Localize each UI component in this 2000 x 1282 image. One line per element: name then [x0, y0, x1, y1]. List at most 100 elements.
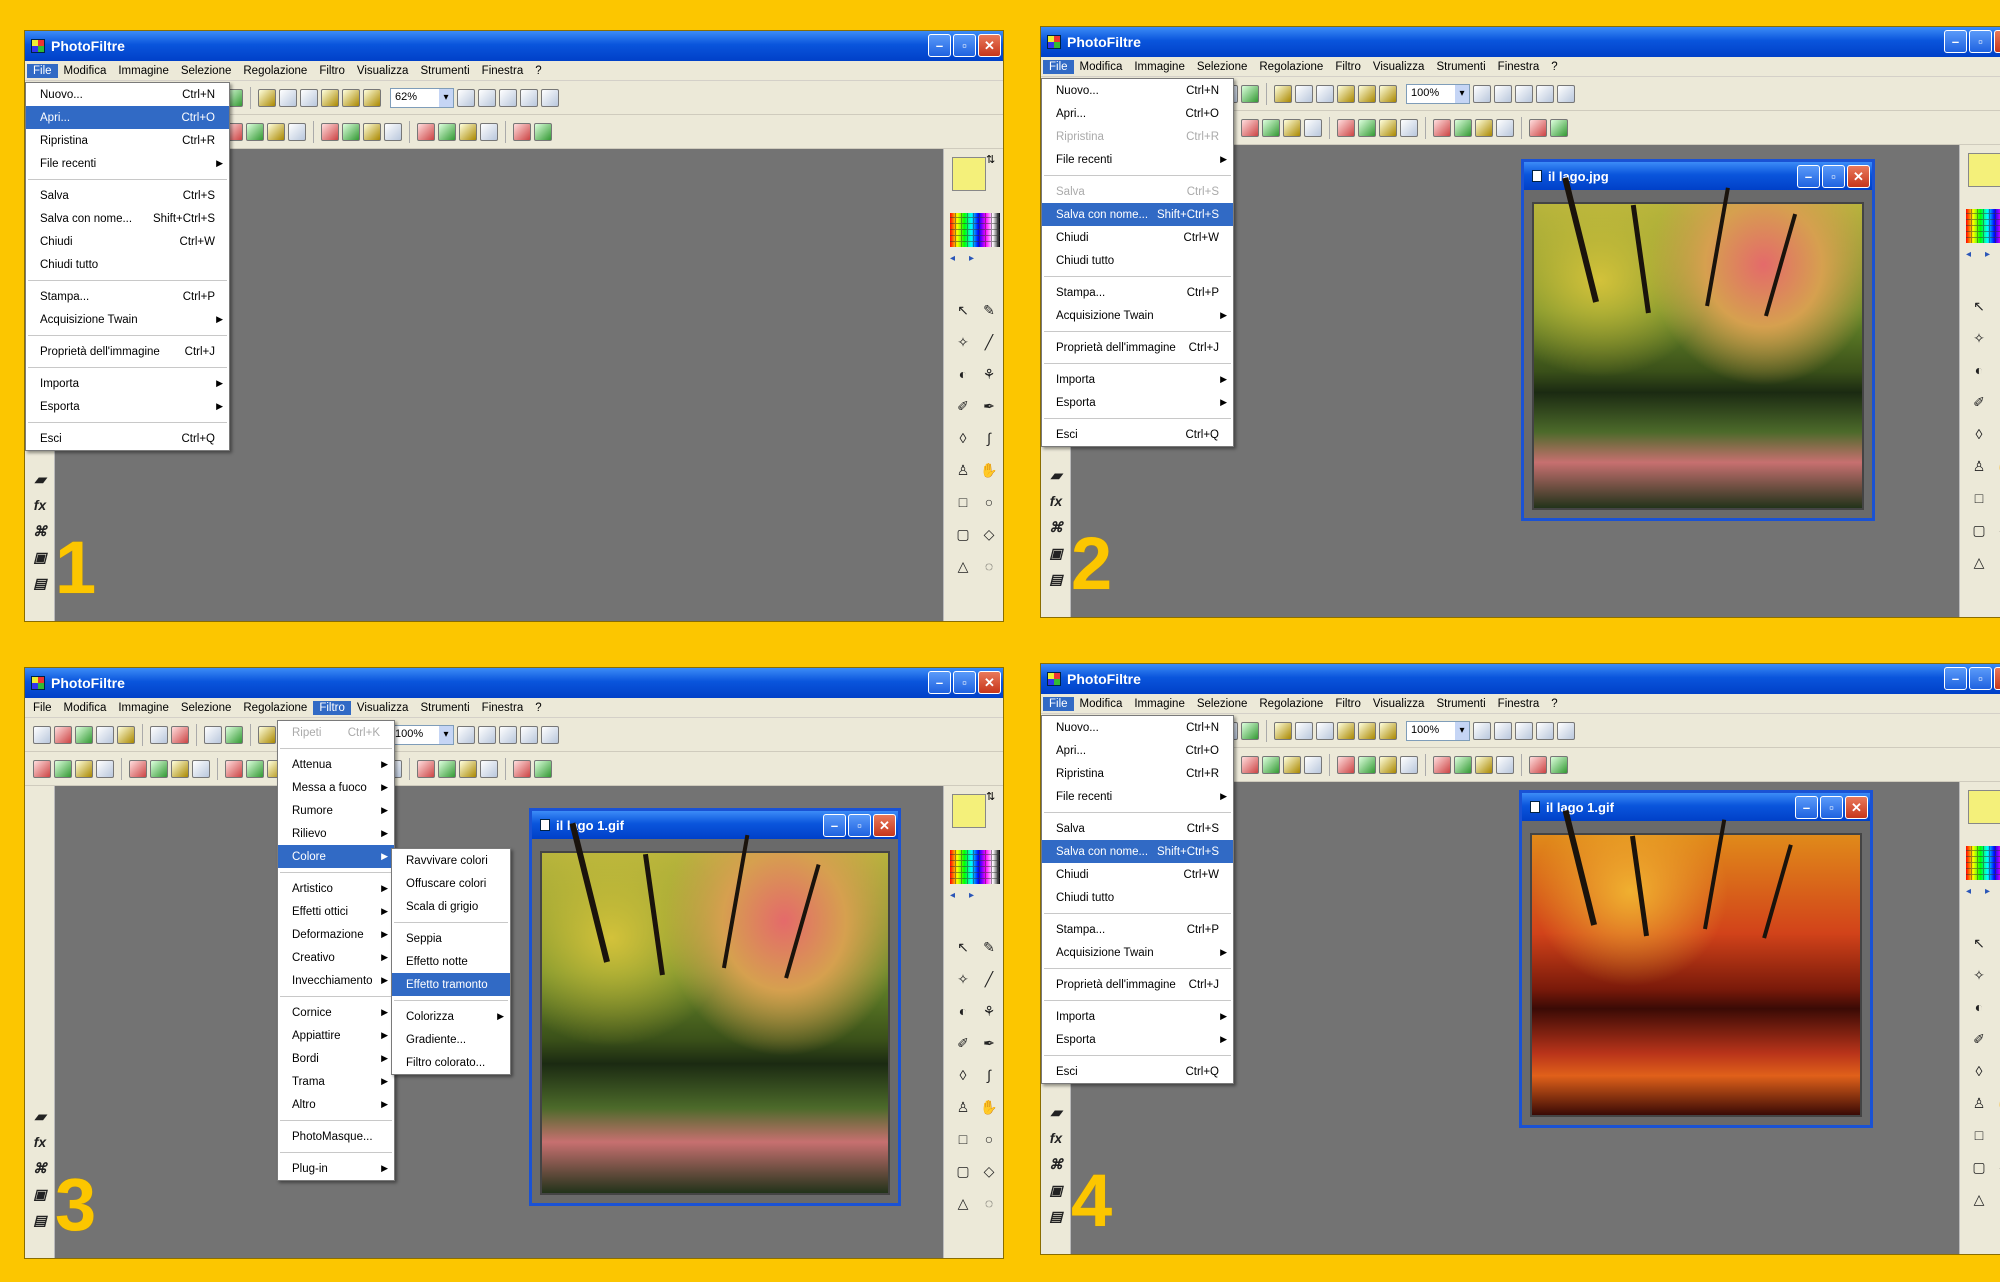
eyedropper-icon[interactable]: ✎ [1994, 295, 2000, 317]
menu-item[interactable]: Proprietà dell'immagine Ctrl+J [26, 340, 229, 363]
filter-icon[interactable] [1550, 755, 1568, 774]
pen-icon[interactable]: ✒ [1994, 1028, 2000, 1050]
menu-item[interactable]: Plug-in ▶ [278, 1157, 394, 1180]
menu-item[interactable]: Offuscare colori [392, 872, 510, 895]
spray-icon[interactable]: ⚘ [978, 1000, 1000, 1022]
menu-selezione[interactable]: Selezione [1191, 60, 1254, 74]
menu-immagine[interactable]: Immagine [1128, 60, 1191, 74]
menu-finestra[interactable]: Finestra [1492, 60, 1546, 74]
filter-icon[interactable] [1358, 118, 1376, 137]
fit-icon[interactable] [1515, 721, 1533, 740]
menu-selezione[interactable]: Selezione [175, 64, 238, 78]
fill-icon[interactable]: ◐ [952, 1000, 974, 1022]
rgb-icon[interactable] [1241, 721, 1259, 740]
app-maximize-button[interactable]: ▫ [1969, 667, 1992, 690]
text-icon[interactable] [1316, 84, 1334, 103]
filter-icon[interactable] [1283, 755, 1301, 774]
line-icon[interactable]: ╱ [1994, 964, 2000, 986]
menu-help[interactable]: ? [529, 64, 547, 78]
menu-item[interactable]: Apri... Ctrl+O [1042, 739, 1233, 762]
drop-icon[interactable]: ◊ [1968, 1060, 1990, 1082]
filter-icon[interactable] [1529, 118, 1547, 137]
filter-icon[interactable] [1454, 118, 1472, 137]
filter-icon[interactable] [267, 122, 285, 141]
fit-icon[interactable] [1515, 84, 1533, 103]
brush-icon[interactable]: ✐ [1968, 391, 1990, 413]
menu-immagine[interactable]: Immagine [112, 64, 175, 78]
drop-icon[interactable]: ◊ [952, 1064, 974, 1086]
filter-icon[interactable] [480, 122, 498, 141]
effects-icon[interactable] [342, 88, 360, 107]
menu-item[interactable]: Proprietà dell'immagine Ctrl+J [1042, 336, 1233, 359]
menu-visualizza[interactable]: Visualizza [351, 701, 415, 715]
app-close-button[interactable]: ✕ [1994, 30, 2000, 53]
smudge-icon[interactable]: ∫ [978, 427, 1000, 449]
menu-item[interactable]: Stampa... Ctrl+P [26, 285, 229, 308]
menu-item[interactable]: Salva Ctrl+S [1042, 817, 1233, 840]
zoom-in-icon[interactable] [1473, 84, 1491, 103]
filter-icon[interactable] [363, 122, 381, 141]
menu-file[interactable]: File [27, 701, 58, 715]
fullscreen-icon[interactable] [1557, 84, 1575, 103]
menu-item[interactable]: Proprietà dell'immagine Ctrl+J [1042, 973, 1233, 996]
menu-item[interactable]: Ravvivare colori [392, 849, 510, 872]
hand-icon[interactable]: ✋ [978, 459, 1000, 481]
menu-modifica[interactable]: Modifica [58, 64, 113, 78]
menu-immagine[interactable]: Immagine [1128, 697, 1191, 711]
fill-icon[interactable]: ◐ [1968, 996, 1990, 1018]
magic-wand-icon[interactable]: ✧ [1968, 327, 1990, 349]
smudge-icon[interactable]: ∫ [978, 1064, 1000, 1086]
zoom-select[interactable]: 100% [1406, 83, 1470, 104]
foreground-color-swatch[interactable] [952, 794, 986, 828]
rect-icon[interactable]: □ [952, 1128, 974, 1150]
line-icon[interactable]: ╱ [978, 968, 1000, 990]
zoom-select[interactable]: 100% [390, 724, 454, 745]
palette-nav-arrows-icon[interactable]: ◂▸ [1966, 249, 2000, 260]
filter-icon[interactable] [150, 759, 168, 778]
app-maximize-button[interactable]: ▫ [953, 34, 976, 57]
menu-filtro[interactable]: Filtro [1329, 60, 1367, 74]
stamp-icon[interactable]: ♙ [952, 1096, 974, 1118]
menu-visualizza[interactable]: Visualizza [351, 64, 415, 78]
document-window[interactable]: il lago 1.gif – ▫ ✕ [529, 808, 901, 1206]
eyedropper-icon[interactable]: ✎ [978, 299, 1000, 321]
menu-item[interactable]: Importa ▶ [1042, 1005, 1233, 1028]
fx-icon[interactable]: fx [1046, 491, 1066, 511]
undo-icon[interactable] [150, 725, 168, 744]
rounded-rect-icon[interactable]: ▢ [1968, 1156, 1990, 1178]
brush-icon[interactable]: ✐ [952, 395, 974, 417]
line-icon[interactable]: ╱ [1994, 327, 2000, 349]
paste-icon[interactable] [1295, 721, 1313, 740]
gradient-icon[interactable]: ▰ [30, 1106, 50, 1126]
spray-icon[interactable]: ⚘ [1994, 359, 2000, 381]
layers-icon[interactable] [321, 88, 339, 107]
menu-item[interactable]: Salva con nome... Shift+Ctrl+S [26, 207, 229, 230]
stamp-icon[interactable]: ♙ [1968, 1092, 1990, 1114]
save-disk-icon[interactable]: ▤ [30, 573, 50, 593]
diamond-icon[interactable]: ◇ [1994, 519, 2000, 541]
menu-item[interactable]: Trama ▶ [278, 1070, 394, 1093]
effects-icon[interactable] [1358, 84, 1376, 103]
menu-item[interactable]: Stampa... Ctrl+P [1042, 918, 1233, 941]
menu-item[interactable]: Colore ▶ [278, 845, 394, 868]
filter-icon[interactable] [1529, 755, 1547, 774]
fx-icon[interactable]: fx [30, 495, 50, 515]
menu-item[interactable]: Chiudi tutto [1042, 886, 1233, 909]
menu-item[interactable]: Salva con nome... Shift+Ctrl+S [1042, 840, 1233, 863]
menu-item[interactable]: Apri... Ctrl+O [26, 106, 229, 129]
drop-icon[interactable]: ◊ [952, 427, 974, 449]
menu-item[interactable]: Salva con nome... Shift+Ctrl+S [1042, 203, 1233, 226]
filter-icon[interactable] [1454, 755, 1472, 774]
frame-icon[interactable]: ▣ [1046, 1180, 1066, 1200]
menu-item[interactable]: Attenua ▶ [278, 753, 394, 776]
actual-size-icon[interactable] [1536, 721, 1554, 740]
rect-icon[interactable]: □ [1968, 1124, 1990, 1146]
menu-strumenti[interactable]: Strumenti [414, 701, 475, 715]
filter-icon[interactable] [342, 122, 360, 141]
zoom-in-icon[interactable] [1473, 721, 1491, 740]
filter-icon[interactable] [1304, 755, 1322, 774]
palette-icon[interactable] [363, 88, 381, 107]
filter-icon[interactable] [246, 122, 264, 141]
document-close-button[interactable]: ✕ [1845, 796, 1868, 819]
menu-item[interactable]: Importa ▶ [1042, 368, 1233, 391]
